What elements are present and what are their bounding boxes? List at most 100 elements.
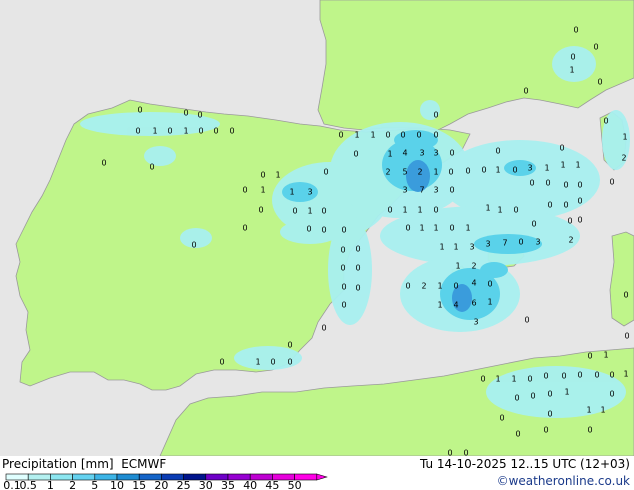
precip-value: 0 [197,111,202,120]
precip-value: 1 [453,243,458,252]
precip-value: 2 [621,154,626,163]
precip-value: 5 [402,168,407,177]
precip-value: 0 [603,117,608,126]
scale-tick-label: 40 [243,479,257,490]
precip-value: 4 [402,149,407,158]
scale-tick-label: 20 [154,479,168,490]
precip-value: 7 [502,239,507,248]
precip-value: 3 [485,240,490,249]
precip-value: 0 [385,131,390,140]
scale-tick-label: 2 [69,479,76,490]
precip-value: 0 [547,201,552,210]
color-scale: 0.10.5 1 2 5 10 15 20 25 30 35 40 45 50 [3,473,328,490]
precip-value: 3 [419,149,424,158]
precip-value: 1 [152,127,157,136]
scale-tick-label: 50 [288,479,302,490]
precip-value: 0 [559,144,564,153]
precip-value: 0 [518,238,523,247]
precip-value: 0 [577,216,582,225]
precip-value: 1 [600,406,605,415]
precip-value: 0 [515,430,520,439]
precip-value: 0 [587,352,592,361]
precip-value: 0 [292,207,297,216]
precip-value: 0 [341,226,346,235]
precip-value: 0 [306,225,311,234]
precip-value: 0 [213,127,218,136]
precip-value: 2 [385,168,390,177]
precip-value: 0 [453,282,458,291]
precip-value: 0 [416,131,421,140]
precip-value: 0 [167,127,172,136]
precip-value: 0 [597,78,602,87]
precip-value: 0 [270,358,275,367]
precip-value: 0 [543,426,548,435]
precip-value: 0 [512,166,517,175]
precip-value: 0 [530,392,535,401]
precip-value: 0 [547,410,552,419]
precip-value: 1 [289,188,294,197]
precip-value: 3 [307,188,312,197]
precip-value: 0 [449,149,454,158]
precipitation-map: 0 0 00 1 0 1 0 0 00 00 10 1 1 30 0 1 00 0 0 0000 1 1 0 0 0 000 1 4 3… [0,0,634,456]
precip-value: 0 [514,394,519,403]
precip-value: 1 [402,206,407,215]
precip-value: 0 [563,181,568,190]
precip-value: 4 [471,279,476,288]
precip-value: 0 [465,167,470,176]
precip-value: 0 [524,316,529,325]
precip-value: 0 [499,414,504,423]
precip-value: 0 [594,371,599,380]
precip-value: 0 [447,449,452,457]
precip-value: 0 [341,283,346,292]
precip-value: 0 [449,224,454,233]
precip-value: 1 [370,131,375,140]
precip-value: 0 [242,186,247,195]
precip-value: 1 [387,150,392,159]
precip-value: 0 [219,358,224,367]
precip-value: 1 [455,262,460,271]
precip-value: 0 [287,341,292,350]
precip-value: 0 [527,375,532,384]
precip-value: 1 [623,370,628,379]
land-sardinia [609,231,634,327]
precip-value: 1 [544,164,549,173]
precip-value: 0 [341,301,346,310]
model-name: ECMWF [121,457,167,471]
precip-value: 2 [471,262,476,271]
precip-value: 1 [586,406,591,415]
precip-value: 0 [405,224,410,233]
precip-value: 0 [405,282,410,291]
precip-value: 0 [355,264,360,273]
precip-value: 1 [255,358,260,367]
precip-value: 0 [321,324,326,333]
precip-value: 0 [355,245,360,254]
credit-link[interactable]: ©weatheronline.co.uk [497,474,630,488]
precip-value: 2 [417,168,422,177]
precip-value: 0 [587,426,592,435]
precip-value: 0 [229,127,234,136]
precip-value: 0 [135,127,140,136]
precip-value: 0 [609,178,614,187]
precip-value: 0 [340,264,345,273]
precip-value: 0 [433,111,438,120]
precip-value: 0 [137,106,142,115]
precip-value: 0 [449,186,454,195]
precip-value: 0 [355,284,360,293]
precip-value: 1 [575,161,580,170]
precip-value: 3 [433,149,438,158]
precip-value: 0 [609,390,614,399]
precip-value: 0 [321,226,326,235]
scale-tick-label: 5 [91,479,98,490]
precip-value: 3 [535,238,540,247]
precip-value: 0 [513,206,518,215]
precip-value: 0 [258,206,263,215]
precip-value: 0 [353,150,358,159]
scale-tick-label: 0.1 [3,479,21,490]
precip-value: 1 [419,224,424,233]
precip-value: 1 [560,161,565,170]
precip-value: 0 [340,246,345,255]
precip-value: 0 [321,207,326,216]
precip-value: 2 [421,282,426,291]
precip-value: 6 [471,299,476,308]
precip-value: 1 [485,204,490,213]
